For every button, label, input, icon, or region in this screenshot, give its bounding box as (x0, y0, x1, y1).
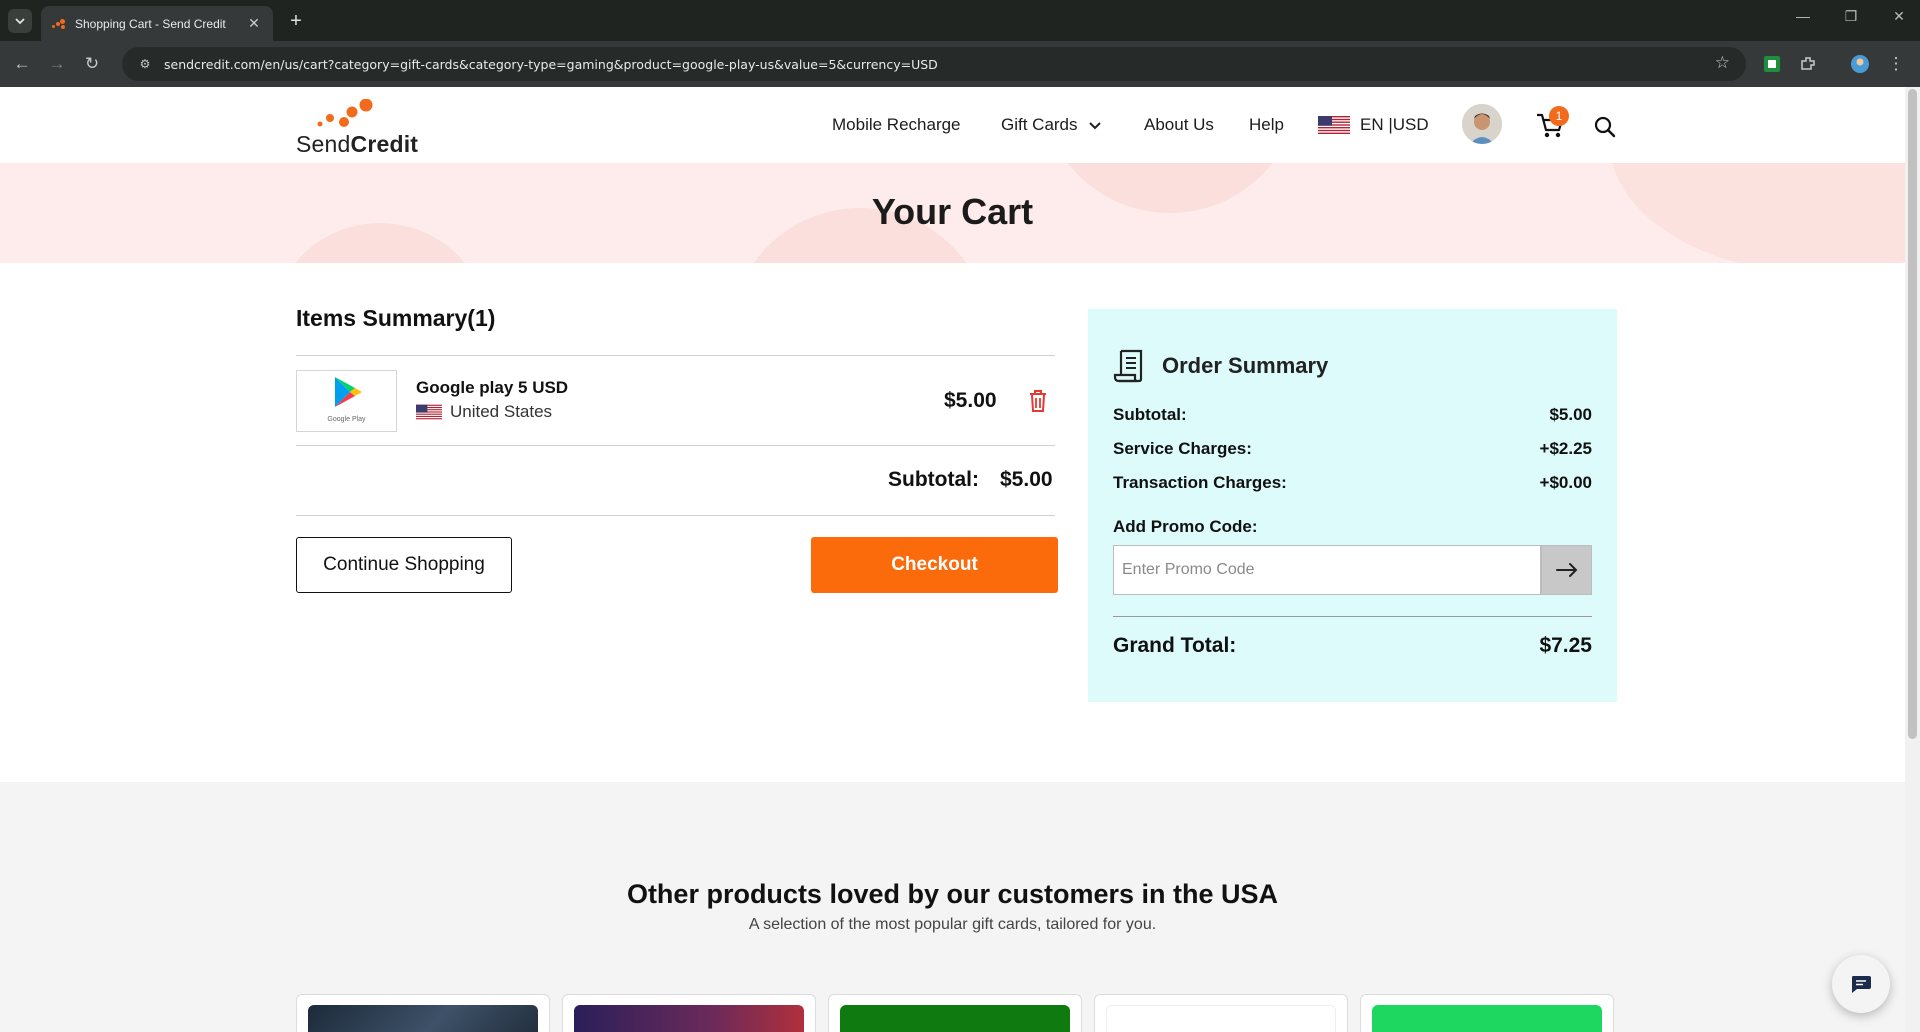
us-flag-icon (416, 404, 442, 420)
url-text: sendcredit.com/en/us/cart?category=gift-… (164, 56, 938, 72)
summary-row-value: +$2.25 (1539, 439, 1592, 458)
cart-hero-banner: Your Cart (0, 163, 1905, 263)
summary-row-label: Subtotal: (1113, 405, 1187, 424)
items-subtotal-value: $5.00 (1000, 468, 1053, 491)
summary-row-label: Service Charges: (1113, 439, 1252, 458)
product-card-image (840, 1005, 1070, 1032)
product-card[interactable] (1094, 994, 1348, 1032)
forward-arrow-icon[interactable]: → (45, 52, 69, 76)
order-summary-title: Order Summary (1162, 353, 1329, 378)
browser-toolbar: ← → ↻ ⚙ sendcredit.com/en/us/cart?catego… (0, 41, 1920, 87)
divider (1113, 616, 1592, 617)
grand-total-label: Grand Total: (1113, 634, 1237, 657)
browser-tab-bar: Shopping Cart - Send Credit ✕ + — ❐ ✕ (0, 0, 1920, 41)
browser-tab-active[interactable]: Shopping Cart - Send Credit ✕ (41, 6, 273, 41)
back-arrow-icon[interactable]: ← (10, 52, 34, 76)
product-name: Google play 5 USD (416, 378, 569, 397)
user-avatar[interactable] (1462, 104, 1502, 144)
logo-text: SendCredit (296, 131, 419, 157)
arrow-right-icon (1555, 563, 1577, 577)
product-card-image (1372, 1005, 1602, 1032)
apply-promo-button[interactable] (1541, 545, 1592, 595)
restore-button[interactable]: ❐ (1836, 8, 1866, 25)
extension-icon[interactable] (1762, 54, 1782, 74)
google-play-logo-icon: Google Play (327, 377, 366, 423)
summary-row-transaction-charges: Transaction Charges: +$0.00 (1113, 473, 1592, 493)
page-scrollbar[interactable] (1905, 87, 1920, 1032)
page-content: SendCredit Mobile Recharge Gift Cards Ab… (0, 87, 1905, 1032)
google-play-caption: Google Play (327, 416, 366, 423)
close-window-button[interactable]: ✕ (1884, 8, 1914, 25)
product-card[interactable] (828, 994, 1082, 1032)
logo-dots-icon (317, 99, 373, 127)
profile-avatar-icon[interactable] (1850, 54, 1870, 74)
divider (296, 515, 1055, 516)
product-card-image (308, 1005, 538, 1032)
product-country-label: United States (450, 402, 553, 421)
user-photo-icon (1462, 104, 1502, 144)
site-header: SendCredit Mobile Recharge Gift Cards Ab… (0, 87, 1905, 163)
other-products-subtitle: A selection of the most popular gift car… (748, 916, 1157, 933)
bookmark-star-icon[interactable]: ☆ (1715, 53, 1730, 73)
grand-total-value: $7.25 (1539, 634, 1592, 657)
product-price: $5.00 (944, 389, 997, 412)
summary-row-subtotal: Subtotal: $5.00 (1113, 405, 1592, 425)
product-card-image (574, 1005, 804, 1032)
tab-title: Shopping Cart - Send Credit (75, 16, 226, 31)
trash-icon[interactable] (1028, 389, 1048, 413)
google-play-product-image: Google Play (296, 370, 397, 432)
product-card[interactable] (1360, 994, 1614, 1032)
address-bar[interactable]: ⚙ sendcredit.com/en/us/cart?category=gif… (122, 47, 1746, 81)
chat-bubble-icon (1852, 976, 1871, 993)
extensions-puzzle-icon[interactable] (1798, 54, 1818, 74)
new-tab-button[interactable]: + (283, 8, 309, 34)
divider (296, 355, 1055, 356)
page-title: Your Cart (871, 191, 1034, 232)
other-products-section: Other products loved by our customers in… (0, 782, 1905, 1032)
tab-close-icon[interactable]: ✕ (245, 15, 263, 32)
minimize-button[interactable]: — (1788, 8, 1818, 24)
locale-label: EN |USD (1360, 115, 1429, 134)
sendcredit-favicon-icon (51, 16, 67, 32)
cart-count-badge: 1 (1549, 106, 1569, 126)
nav-help[interactable]: Help (1249, 115, 1284, 135)
nav-about-us[interactable]: About Us (1144, 115, 1214, 135)
search-icon[interactable] (1594, 116, 1616, 138)
chat-widget-button[interactable] (1832, 955, 1890, 1013)
promo-code-input[interactable] (1113, 545, 1541, 595)
summary-row-service-charges: Service Charges: +$2.25 (1113, 439, 1592, 459)
sendcredit-logo[interactable]: SendCredit (296, 99, 426, 157)
items-subtotal-label: Subtotal: (888, 468, 979, 491)
other-products-title: Other products loved by our customers in… (626, 879, 1279, 909)
product-country: United States (416, 402, 552, 422)
nav-gift-cards-label: Gift Cards (1001, 115, 1078, 134)
items-summary-title: Items Summary(1) (296, 305, 496, 331)
checkout-button[interactable]: Checkout (811, 537, 1058, 593)
product-card[interactable] (296, 994, 550, 1032)
continue-shopping-button[interactable]: Continue Shopping (296, 537, 512, 593)
summary-row-label: Transaction Charges: (1113, 473, 1287, 492)
nav-mobile-recharge[interactable]: Mobile Recharge (832, 115, 961, 135)
us-flag-icon (1318, 116, 1350, 134)
nav-gift-cards[interactable]: Gift Cards (1001, 115, 1102, 135)
product-card-image (1106, 1005, 1336, 1032)
browser-menu-icon[interactable]: ⋮ (1884, 52, 1908, 76)
summary-row-value: $5.00 (1549, 405, 1592, 424)
receipt-icon (1113, 349, 1143, 383)
promo-code-label: Add Promo Code: (1113, 517, 1258, 536)
summary-row-value: +$0.00 (1539, 473, 1592, 492)
divider (296, 445, 1055, 446)
chevron-down-icon (15, 18, 25, 25)
scrollbar-thumb[interactable] (1908, 89, 1917, 739)
order-summary-panel: Order Summary Subtotal: $5.00 Service Ch… (1088, 309, 1617, 702)
chevron-down-icon (1089, 122, 1101, 130)
product-card[interactable] (562, 994, 816, 1032)
tab-search-button[interactable] (8, 9, 32, 33)
site-settings-icon[interactable]: ⚙ (132, 57, 158, 71)
reload-icon[interactable]: ↻ (80, 52, 104, 76)
locale-selector[interactable]: EN |USD (1318, 115, 1429, 135)
